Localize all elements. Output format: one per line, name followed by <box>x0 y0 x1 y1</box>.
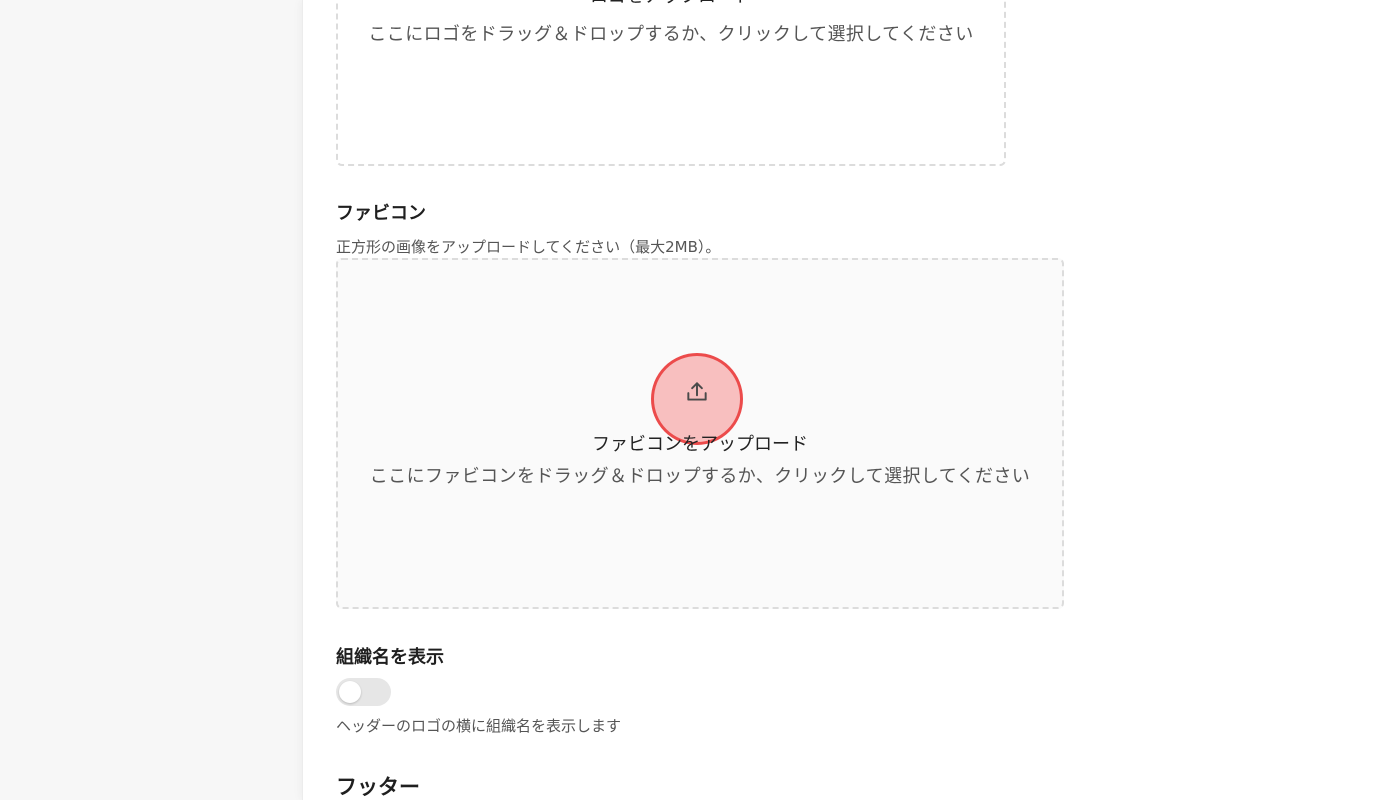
logo-dropzone[interactable]: ロゴをアップロード ここにロゴをドラッグ＆ドロップするか、クリックして選択してく… <box>336 0 1006 166</box>
show-org-name-label: 組織名を表示 <box>336 647 444 668</box>
left-sidebar-area <box>0 0 303 800</box>
favicon-label: ファビコン <box>336 203 426 224</box>
favicon-upload-title: ファビコンをアップロード <box>592 434 808 455</box>
toggle-knob <box>339 681 361 703</box>
show-org-name-description: ヘッダーのロゴの横に組織名を表示します <box>336 717 622 735</box>
show-org-name-toggle[interactable] <box>336 678 391 706</box>
settings-panel: ロゴをアップロード ここにロゴをドラッグ＆ドロップするか、クリックして選択してく… <box>303 0 1396 800</box>
favicon-dropzone[interactable]: ファビコンをアップロード ここにファビコンをドラッグ＆ドロップするか、クリックし… <box>336 258 1064 609</box>
favicon-description: 正方形の画像をアップロードしてください（最大2MB）。 <box>336 238 721 256</box>
app-root: ロゴをアップロード ここにロゴをドラッグ＆ドロップするか、クリックして選択してく… <box>0 0 1396 800</box>
upload-icon <box>687 382 707 401</box>
logo-upload-title: ロゴをアップロード <box>338 0 1004 8</box>
logo-upload-hint: ここにロゴをドラッグ＆ドロップするか、クリックして選択してください <box>368 24 974 45</box>
favicon-upload-hint: ここにファビコンをドラッグ＆ドロップするか、クリックして選択してください <box>369 466 1031 487</box>
footer-section-heading: フッター <box>336 775 420 799</box>
